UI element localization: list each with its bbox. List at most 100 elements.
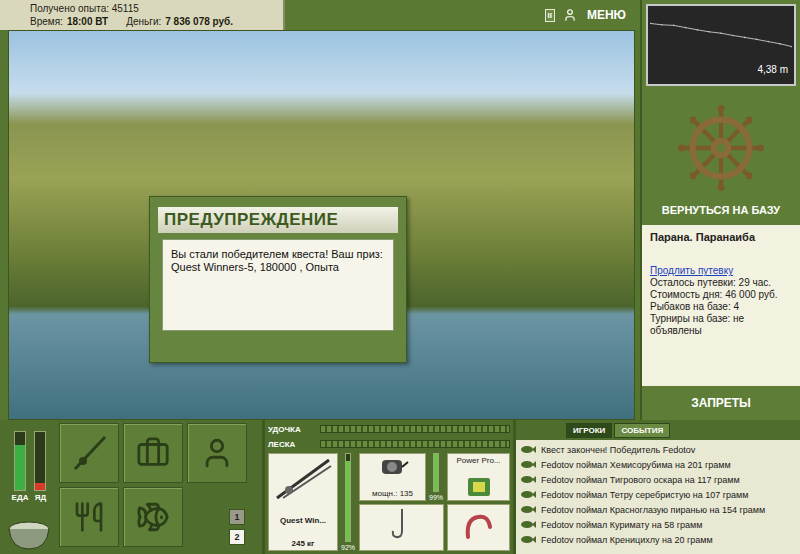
- menu-group: II МЕНЮ: [545, 0, 641, 30]
- page-button[interactable]: 1: [229, 509, 245, 525]
- main-column: Получено опыта: 45115Время:18:00 ВТ Деньг…: [0, 0, 640, 420]
- top-area: Получено опыта: 45115Время:18:00 ВТ Деньг…: [0, 0, 800, 420]
- worm-icon: [462, 507, 496, 541]
- dialog-title: ПРЕДУПРЕЖДЕНИЕ: [158, 207, 398, 233]
- hook-slot[interactable]: [359, 504, 444, 552]
- fork-knife-icon: [73, 501, 105, 533]
- fish-icon: [136, 500, 170, 534]
- bar-track: [320, 425, 510, 433]
- tackle-grid: мощн.: 135 99% Power Pro...: [359, 453, 510, 551]
- return-button[interactable]: ВЕРНУТЬСЯ НА БАЗУ: [656, 203, 786, 217]
- base-detail: Турниры на базе: не объявлены: [650, 313, 792, 337]
- meter-track: [14, 431, 26, 491]
- reel-icon: [376, 456, 410, 478]
- message-text: Fedotov поймал Креницихлу на 20 грамм: [541, 535, 713, 545]
- meter-track: [34, 431, 46, 491]
- reel-condition: 99%: [428, 453, 444, 501]
- reel-power: мощн.: 135: [372, 489, 413, 498]
- rod-group: Quest Win... 245 кг 92%: [268, 453, 356, 551]
- base-detail: Рыбаков на базе: 4: [650, 301, 792, 313]
- depth-chart: [650, 8, 792, 64]
- pause-button[interactable]: II: [545, 9, 555, 22]
- rod-condition: 92%: [340, 453, 356, 551]
- message-row: Квест закончен! Победитель Fedotov: [520, 442, 796, 457]
- bottom-panel: ЕДАЯД12УДОЧКАЛЕСКАQuest Win...245 кг92%м…: [0, 420, 800, 554]
- message-text: Fedotov поймал Куримату на 58 грамм: [541, 520, 702, 530]
- action-tiles: 12: [59, 423, 247, 551]
- level-track: [433, 453, 439, 492]
- rod-weight: 245 кг: [292, 539, 315, 548]
- base-info: Парана. Паранаиба Продлить путевкуОсталос…: [642, 225, 800, 386]
- dialog-message: Вы стали победителем квеста! Ваш приз: Q…: [162, 239, 394, 331]
- meter-label: ЯД: [35, 493, 46, 502]
- time: Время:18:00 ВТ: [30, 15, 108, 28]
- rod-slot[interactable]: Quest Win... 245 кг: [268, 453, 338, 551]
- money: Деньги:7 836 078 руб.: [126, 15, 233, 28]
- chat-panel: ИГРОКИСОБЫТИЯКвест закончен! Победитель …: [516, 420, 800, 554]
- message-row: Fedotov поймал Креницихлу на 20 грамм: [520, 532, 796, 547]
- location: Парана. Паранаиба: [650, 231, 792, 243]
- page-button[interactable]: 2: [229, 529, 245, 545]
- rods-tile[interactable]: [59, 423, 119, 483]
- game-screen: Получено опыта: 45115Время:18:00 ВТ Деньг…: [0, 0, 800, 554]
- level-track: [345, 453, 351, 542]
- top-bar: Получено опыта: 45115Время:18:00 ВТ Деньг…: [0, 0, 640, 30]
- fish-icon: [520, 475, 536, 484]
- food-tile[interactable]: [59, 487, 119, 547]
- line-slot[interactable]: Power Pro...: [447, 453, 510, 501]
- tackle-box-icon: [136, 436, 170, 470]
- tackle-box-tile[interactable]: [123, 423, 183, 483]
- message-row: Fedotov поймал Хемисорубима на 201 грамм: [520, 457, 796, 472]
- meter: ЕДА: [12, 431, 29, 502]
- fisherman-tile[interactable]: [187, 423, 247, 483]
- tackle-panel: УДОЧКАЛЕСКАQuest Win...245 кг92%мощн.: 1…: [265, 420, 513, 554]
- bans-button[interactable]: ЗАПРЕТЫ: [642, 386, 800, 420]
- message-text: Fedotov поймал Хемисорубима на 201 грамм: [541, 460, 731, 470]
- level-fill: [434, 454, 438, 490]
- fisherman-icon: [200, 436, 234, 470]
- level-reading: 99%: [429, 494, 443, 501]
- chat-tabs: ИГРОКИСОБЫТИЯ: [516, 420, 800, 440]
- ship-wheel-icon[interactable]: [678, 105, 764, 191]
- tension-bar: ЛЕСКА: [268, 438, 510, 450]
- actions-panel: ЕДАЯД12: [0, 420, 262, 554]
- message-text: Fedotov поймал Тигрового оскара на 117 г…: [541, 475, 740, 485]
- pot-icon[interactable]: [6, 517, 52, 551]
- bar-label: ЛЕСКА: [268, 440, 316, 449]
- message-list: Квест закончен! Победитель Fedotov Fedoto…: [516, 440, 800, 549]
- fish-icon: [520, 505, 536, 514]
- experience: Получено опыта: 45115: [30, 2, 275, 15]
- meter-fill: [15, 445, 25, 490]
- fish-icon: [520, 490, 536, 499]
- extend-link[interactable]: Продлить путевку: [650, 265, 792, 277]
- meter-column: ЕДА ЯД: [3, 423, 55, 551]
- tension-bar: УДОЧКА: [268, 423, 510, 435]
- message-row: Fedotov поймал Тетру серебристую на 107 …: [520, 487, 796, 502]
- chat-tab[interactable]: ИГРОКИ: [566, 423, 612, 438]
- meter: ЯД: [34, 431, 46, 502]
- menu-button[interactable]: МЕНЮ: [585, 8, 628, 22]
- chat-tab[interactable]: СОБЫТИЯ: [614, 423, 670, 438]
- return-area: ВЕРНУТЬСЯ НА БАЗУ: [642, 90, 800, 225]
- warning-dialog: ПРЕДУПРЕЖДЕНИЕ Вы стали победителем квест…: [149, 196, 407, 363]
- meters: ЕДА ЯД: [12, 423, 47, 502]
- bait-slot[interactable]: [447, 504, 510, 552]
- page-buttons: 12: [187, 487, 247, 547]
- reel-slot[interactable]: мощн.: 135: [359, 453, 426, 501]
- reel-cell: мощн.: 135 99%: [359, 453, 444, 501]
- message-text: Fedotov поймал Тетру серебристую на 107 …: [541, 490, 748, 500]
- message-text: Fedotov поймал Красноглазую пиранью на 1…: [541, 505, 765, 515]
- player-icon[interactable]: [563, 8, 577, 22]
- catch-tile[interactable]: [123, 487, 183, 547]
- info-row: Время:18:00 ВТ Деньги:7 836 078 руб.: [30, 15, 275, 28]
- info-panel: Получено опыта: 45115Время:18:00 ВТ Деньг…: [0, 0, 285, 30]
- fish-icon: [520, 535, 536, 544]
- fishing-scene[interactable]: ПРЕДУПРЕЖДЕНИЕ Вы стали победителем квест…: [8, 30, 635, 420]
- right-panel: 4,38 mВЕРНУТЬСЯ НА БАЗУПарана. Паранаиба…: [640, 0, 800, 420]
- base-detail: Осталось путевки: 29 час.: [650, 277, 792, 289]
- message-row: Fedotov поймал Красноглазую пиранью на 1…: [520, 502, 796, 517]
- depth-line: [650, 23, 792, 46]
- rod-name: Quest Win...: [280, 516, 326, 525]
- message-text: Квест закончен! Победитель Fedotov: [541, 445, 695, 455]
- base-detail: Стоимость дня: 46 000 руб.: [650, 289, 792, 301]
